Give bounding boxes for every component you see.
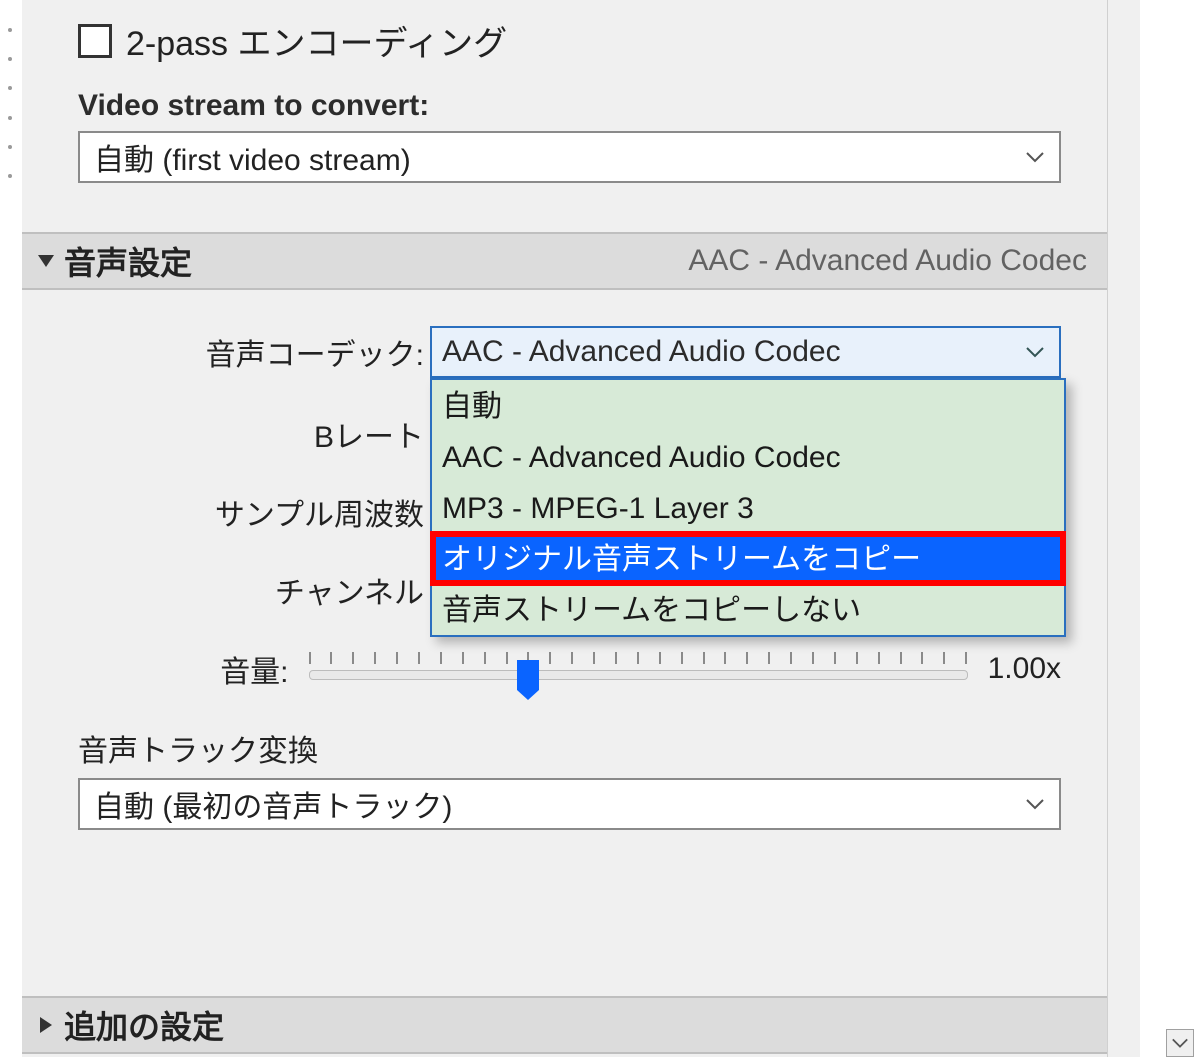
slider-track [309,670,968,680]
audio-codec-select[interactable]: AAC - Advanced Audio Codec [430,326,1061,378]
two-pass-row: 2-pass エンコーディング [78,16,1061,65]
audio-codec-row: 音声コーデック: AAC - Advanced Audio Codec 自動 A… [78,326,1061,378]
bitrate-label: Bレート [78,412,430,456]
extra-header-title: 追加の設定 [64,1002,224,1048]
codec-option-mp3[interactable]: MP3 - MPEG-1 Layer 3 [432,482,1064,533]
settings-column: 2-pass エンコーディング Video stream to convert:… [22,0,1108,1057]
video-settings-body: 2-pass エンコーディング Video stream to convert:… [22,0,1107,232]
grip-dots-icon [8,28,14,178]
chevron-down-icon [1025,345,1045,359]
two-pass-label: 2-pass エンコーディング [126,16,507,65]
codec-option-aac[interactable]: AAC - Advanced Audio Codec [432,431,1064,482]
audio-header-subtitle: AAC - Advanced Audio Codec [688,244,1087,278]
outer-scroll-strip [1140,0,1200,1057]
samplerate-label: サンプル周波数 [78,490,430,534]
slider-thumb[interactable] [517,660,539,690]
audio-track-label: 音声トラック変換 [78,726,1061,770]
chevron-down-icon [1025,797,1045,811]
audio-codec-value: AAC - Advanced Audio Codec [442,335,841,369]
volume-row: 音量: 1.00x [78,646,1061,692]
audio-track-select[interactable]: 自動 (最初の音声トラック) [78,778,1061,830]
codec-option-auto[interactable]: 自動 [432,380,1064,431]
audio-header-title: 音声設定 [64,238,192,284]
video-stream-label: Video stream to convert: [78,89,1061,123]
video-stream-select[interactable]: 自動 (first video stream) [78,131,1061,183]
audio-track-value: 自動 (最初の音声トラック) [94,782,452,826]
codec-option-no-audio[interactable]: 音声ストリームをコピーしない [432,584,1064,635]
codec-option-copy-original[interactable]: オリジナル音声ストリームをコピー [432,533,1064,584]
scrollbar-gutter[interactable] [1108,0,1140,1057]
two-pass-checkbox[interactable] [78,24,112,58]
audio-codec-label: 音声コーデック: [78,330,430,374]
audio-codec-dropdown[interactable]: 自動 AAC - Advanced Audio Codec MP3 - MPEG… [430,378,1066,637]
expander-open-icon [36,251,56,271]
audio-section-header[interactable]: 音声設定 AAC - Advanced Audio Codec [22,232,1107,290]
slider-ticks-icon [309,652,968,666]
panel-grip[interactable] [0,0,22,1057]
channel-label: チャンネル [78,568,430,612]
volume-label: 音量: [78,647,289,691]
chevron-down-icon [1025,150,1045,164]
audio-settings-body: 音声コーデック: AAC - Advanced Audio Codec 自動 A… [22,290,1107,995]
encoder-settings-panel: 2-pass エンコーディング Video stream to convert:… [0,0,1200,1057]
volume-slider[interactable] [309,646,968,692]
scroll-down-button[interactable] [1166,1029,1194,1057]
volume-value: 1.00x [988,652,1061,686]
expander-closed-icon [36,1015,56,1035]
video-stream-value: 自動 (first video stream) [94,135,411,179]
extra-section-header[interactable]: 追加の設定 [22,996,1107,1054]
